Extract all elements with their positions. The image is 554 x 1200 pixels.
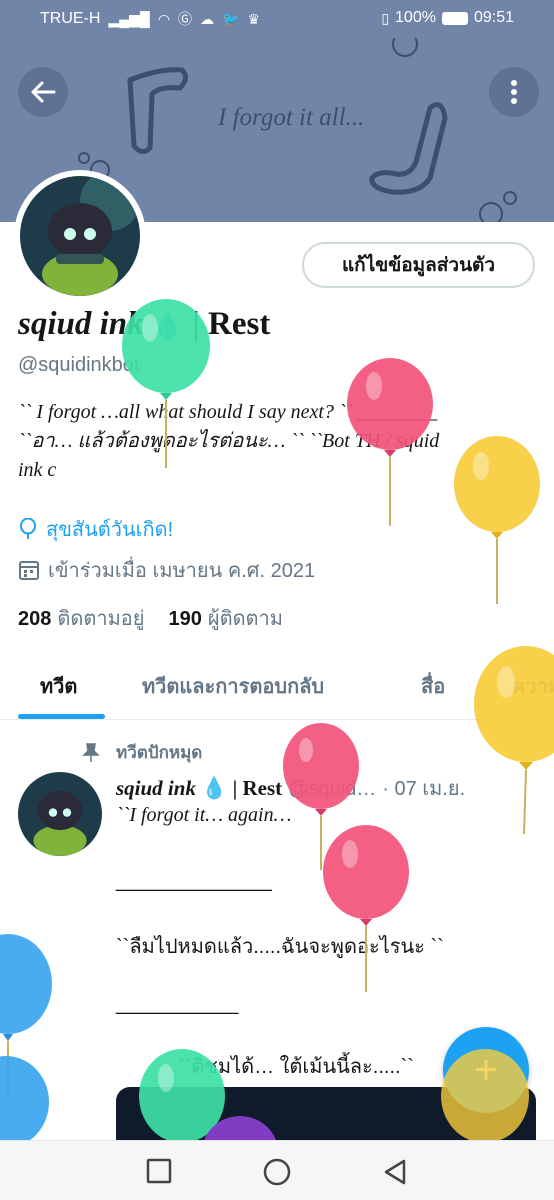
join-date: เข้าร่วมเมื่อ เมษายน ค.ศ. 2021 (18, 554, 315, 586)
tweet-text: ``I forgot it… again… (116, 804, 536, 827)
tweet-author-italic: sqiud ink (116, 776, 196, 800)
bio-line: ``อา… แล้วต้องพูดอะไรต่อนะ… `` ``Bot TH … (18, 430, 440, 452)
following-link[interactable]: 208 ติดตามอยู่ (18, 602, 144, 634)
calendar-icon (19, 561, 39, 580)
following-count: 208 (18, 608, 52, 630)
battery-percent: 100% (395, 9, 436, 26)
tab-tweets[interactable]: ทวีต (40, 670, 77, 702)
followers-label: ผู้ติดตาม (207, 608, 283, 630)
g-icon: Ⓖ (178, 11, 193, 27)
tweet-avatar[interactable] (18, 772, 102, 856)
pinned-label: ทวีตปักหมุด (116, 743, 203, 762)
circle-icon (263, 1158, 291, 1186)
clock: 09:51 (473, 9, 514, 26)
tab-tweets-replies[interactable]: ทวีตและการตอบกลับ (142, 670, 324, 702)
active-tab-indicator (18, 714, 105, 719)
carrier-label: TRUE-H (40, 10, 101, 27)
blue-balloon (0, 1056, 49, 1148)
cloud-icon: ☁ (200, 10, 215, 27)
avatar-image (20, 176, 140, 296)
tweet-author-name[interactable]: sqiud ink 💧 | Rest (116, 776, 282, 801)
square-icon (146, 1158, 172, 1184)
more-options-button[interactable] (489, 67, 539, 117)
birthday-label: สุขสันต์วันเกิด! (46, 519, 174, 541)
display-name: sqiud ink 💧 | Rest (18, 306, 270, 343)
following-label: ติดตามอยู่ (57, 608, 145, 630)
edit-profile-button[interactable]: แก้ไขข้อมูลส่วนตัว (302, 242, 535, 288)
display-name-italic: sqiud ink (18, 306, 144, 342)
tweet-header: sqiud ink 💧 | Rest @squid… · 07 เม.ย. (116, 772, 536, 804)
tweet-line: ``ลืมไปหมดแล้ว.....ฉันจะพูดอะไรนะ `` (116, 936, 444, 958)
display-name-rest: | Rest (192, 306, 271, 342)
profile-bio: `` I forgot …all what should I say next?… (18, 398, 518, 485)
tweet-author-handle: @squid… (288, 778, 377, 800)
home-button[interactable] (263, 1158, 291, 1191)
back-button[interactable] (18, 67, 68, 117)
droplet-icon: 💧 (151, 311, 185, 340)
pin-icon (82, 742, 100, 762)
tweet-line: ___________ (116, 993, 239, 1015)
tweet-author-rest: | Rest (232, 776, 283, 800)
tweet-line: ``ติชมได้… ใต้เม้นนี้ละ.....`` (178, 1056, 414, 1078)
blue-balloon (0, 934, 52, 1100)
banner-text: I forgot it all... (218, 104, 365, 131)
followers-count: 190 (168, 608, 202, 630)
wifi-icon: ◠ (157, 10, 171, 27)
profile-handle: @squidinkbot (18, 354, 140, 376)
tab-likes[interactable]: ความ (512, 670, 554, 702)
pink-balloon (323, 825, 409, 992)
signal-icon: ▂▄▆█ (108, 10, 150, 27)
bio-line: ink c (18, 459, 57, 481)
profile-avatar[interactable] (14, 170, 146, 302)
join-date-label: เข้าร่วมเมื่อ เมษายน ค.ศ. 2021 (48, 560, 316, 582)
battery-icon (441, 11, 468, 25)
vibrate-icon: ▯ (381, 9, 390, 26)
plus-icon: + (474, 1047, 498, 1092)
profile-tabs: ทวีต ทวีตและการตอบกลับ สื่อ ความ (0, 650, 554, 720)
recents-button[interactable] (146, 1158, 172, 1189)
arrow-left-icon (31, 81, 56, 103)
compose-tweet-button[interactable]: + (443, 1027, 529, 1113)
tweet-date: · 07 เม.ย. (382, 778, 466, 800)
status-bar: TRUE-H ▂▄▆█ ◠ Ⓖ ☁ 🐦 ♛ ▯ 100% 09:51 (0, 0, 554, 38)
tab-media[interactable]: สื่อ (421, 670, 445, 702)
crown-icon: ♛ (247, 10, 261, 27)
droplet-icon: 💧 (201, 776, 228, 800)
pinned-indicator: ทวีตปักหมุด (82, 739, 202, 766)
tweet-line: ``I forgot it… again… (116, 804, 292, 826)
followers-link[interactable]: 190 ผู้ติดตาม (168, 602, 282, 634)
triangle-back-icon (384, 1159, 406, 1185)
more-vertical-icon (511, 80, 517, 104)
back-nav-button[interactable] (382, 1158, 408, 1191)
balloon-icon (20, 518, 36, 539)
system-nav-bar (0, 1140, 554, 1200)
follow-stats: 208 ติดตามอยู่ 190 ผู้ติดตาม (18, 602, 283, 634)
bio-line: `` I forgot …all what should I say next?… (18, 401, 438, 423)
twitter-bird-icon: 🐦 (222, 10, 240, 27)
birthday-link[interactable]: สุขสันต์วันเกิด! (18, 513, 173, 545)
tweet-line: ______________ (116, 870, 272, 892)
